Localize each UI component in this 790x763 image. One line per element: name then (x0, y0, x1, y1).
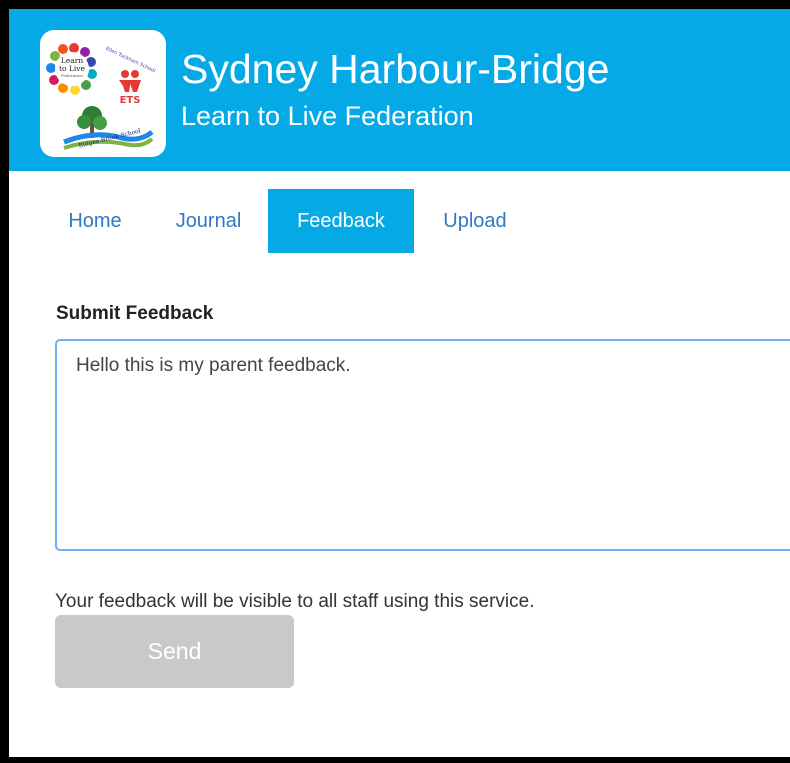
logo-arc-text: Ellen Tuckham School (105, 46, 157, 74)
logo-text-2: to Live (59, 64, 86, 73)
feedback-label: Submit Feedback (56, 303, 214, 324)
site-logo: Learn to Live Federation ETS Ellen Tuckh… (40, 30, 166, 157)
nav-home[interactable]: Home (49, 189, 141, 253)
site-title: Sydney Harbour-Bridge (181, 46, 610, 92)
logo-text-3: Federation (61, 73, 83, 78)
nav-journal[interactable]: Journal (158, 189, 259, 253)
nav-upload[interactable]: Upload (429, 189, 521, 253)
send-button[interactable]: Send (55, 615, 294, 688)
site-subtitle: Learn to Live Federation (181, 101, 474, 131)
nav-feedback[interactable]: Feedback (268, 189, 414, 253)
site-header: Learn to Live Federation ETS Ellen Tuckh… (9, 9, 790, 171)
logo-badge-text: ETS (120, 95, 141, 106)
federation-logo-icon: Learn to Live Federation ETS Ellen Tuckh… (46, 43, 157, 150)
main-nav: Home Journal Feedback Upload (9, 189, 790, 253)
feedback-help-text: Your feedback will be visible to all sta… (55, 591, 535, 612)
feedback-textarea[interactable]: Hello this is my parent feedback. (55, 339, 790, 551)
